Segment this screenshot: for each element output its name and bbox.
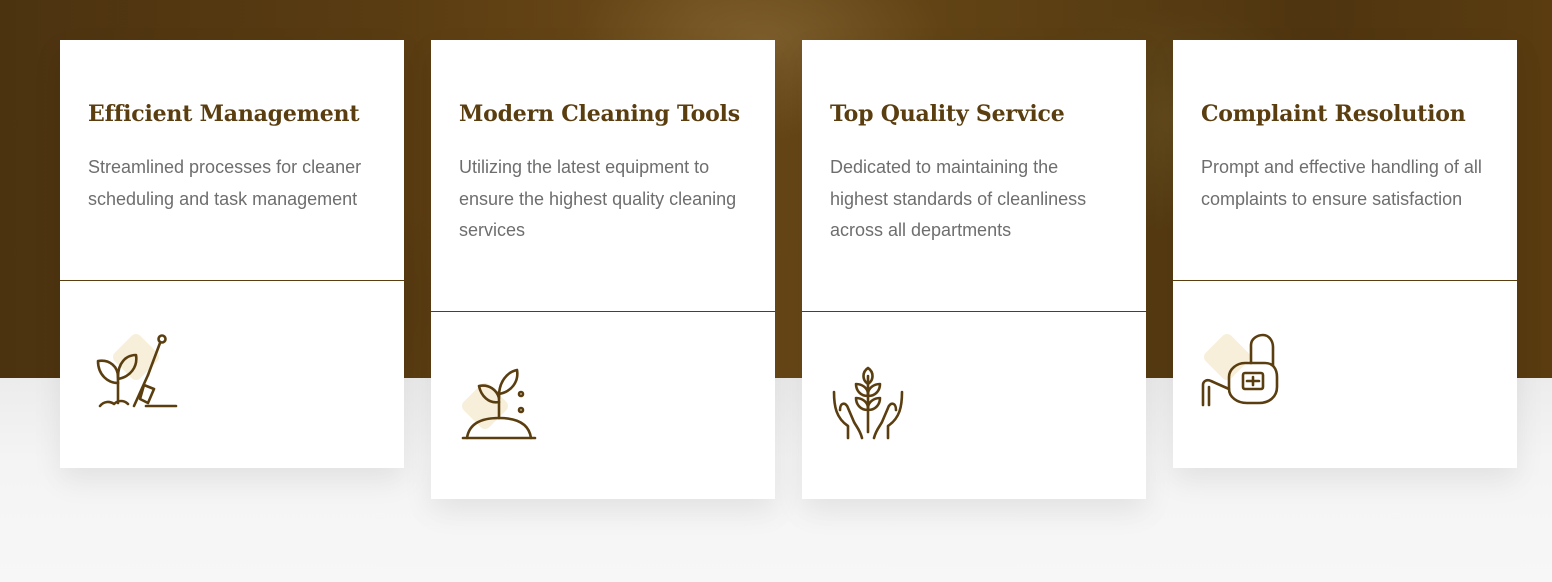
- card-title: Modern Cleaning Tools: [459, 101, 740, 127]
- feature-card-modern-cleaning-tools: Modern Cleaning Tools Utilizing the late…: [431, 40, 775, 499]
- feature-card-top-quality-service: Top Quality Service Dedicated to maintai…: [802, 40, 1146, 499]
- watering-can-icon: [1201, 331, 1297, 411]
- card-description: Prompt and effective handling of all com…: [1201, 157, 1482, 209]
- card-description: Dedicated to maintaining the highest sta…: [830, 157, 1087, 240]
- feature-card-efficient-management: Efficient Management Streamlined process…: [60, 40, 404, 468]
- hands-plant-icon: [830, 362, 926, 442]
- card-description: Streamlined processes for cleaner schedu…: [88, 157, 362, 209]
- card-title: Complaint Resolution: [1201, 101, 1466, 127]
- feature-card-complaint-resolution: Complaint Resolution Prompt and effectiv…: [1173, 40, 1517, 468]
- gardening-tools-icon: [88, 331, 184, 411]
- card-title: Top Quality Service: [830, 101, 1065, 127]
- card-title: Efficient Management: [88, 101, 360, 127]
- card-description: Utilizing the latest equipment to ensure…: [459, 157, 737, 240]
- sprout-icon: [459, 362, 555, 442]
